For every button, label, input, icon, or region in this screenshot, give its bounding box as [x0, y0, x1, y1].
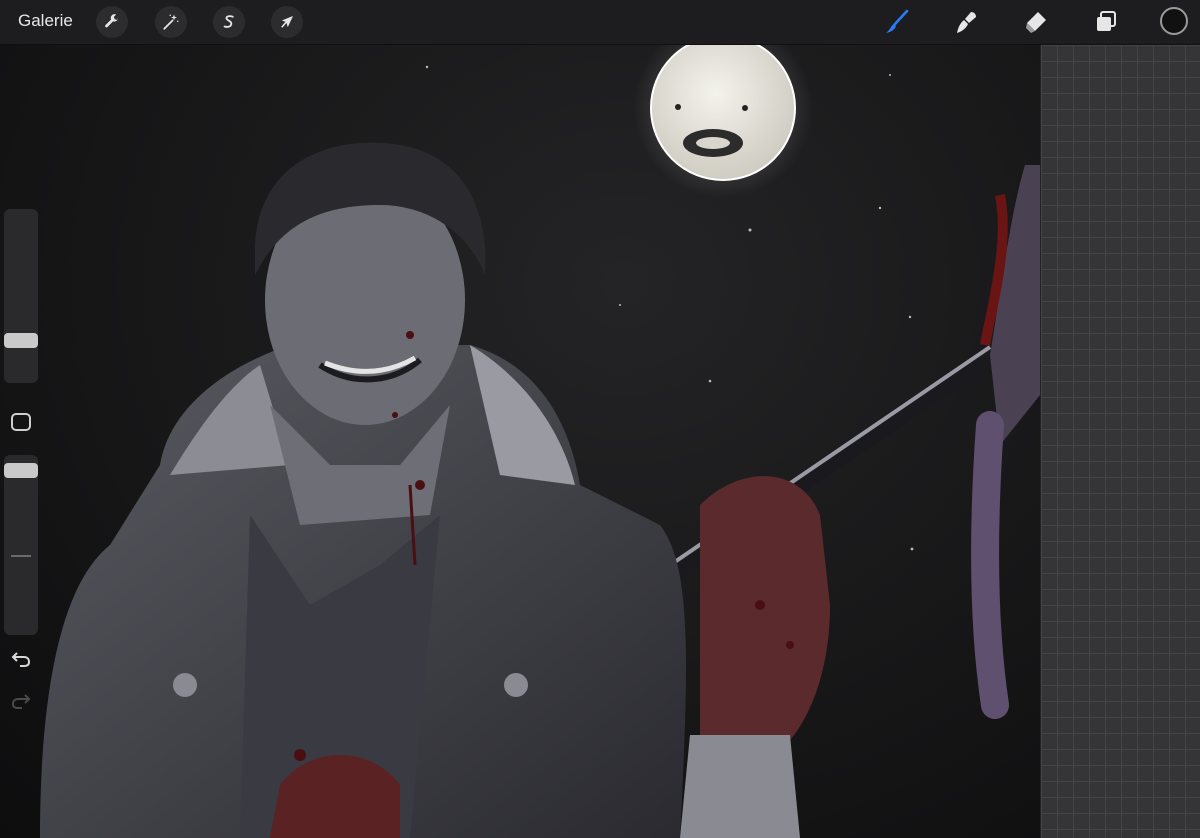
- undo-button[interactable]: [8, 647, 34, 671]
- redo-icon: [11, 694, 31, 709]
- opacity-slider[interactable]: [4, 455, 38, 635]
- top-toolbar: Galerie: [0, 0, 1200, 45]
- figure-drawing: [40, 142, 830, 838]
- layers-icon: [1097, 11, 1116, 31]
- arrow-cursor-icon: [281, 16, 293, 28]
- selection-s-icon: [223, 15, 234, 28]
- selection-button[interactable]: [213, 6, 245, 38]
- magic-wand-icon: [163, 14, 179, 30]
- wrench-icon: [105, 14, 118, 28]
- opacity-thumb[interactable]: [4, 463, 38, 478]
- actions-button[interactable]: [96, 6, 128, 38]
- brush-size-slider[interactable]: [4, 209, 38, 383]
- artwork: [40, 45, 1040, 838]
- left-sidebar: [0, 205, 42, 725]
- reference-grid-panel: [1040, 45, 1200, 838]
- slider-midpoint-mark: [11, 555, 31, 557]
- redo-button[interactable]: [8, 689, 34, 713]
- modify-button[interactable]: [11, 413, 31, 431]
- color-picker-button[interactable]: [1160, 7, 1188, 35]
- moon-drawing: [633, 45, 813, 198]
- smudge-button[interactable]: [950, 6, 982, 38]
- eraser-icon: [1026, 12, 1046, 33]
- undo-icon: [11, 652, 31, 667]
- brush-icon: [886, 9, 909, 33]
- brush-size-thumb[interactable]: [4, 333, 38, 348]
- paint-button[interactable]: [880, 6, 912, 38]
- adjustments-button[interactable]: [155, 6, 187, 38]
- transform-button[interactable]: [271, 6, 303, 38]
- drawing-canvas[interactable]: [0, 45, 1040, 838]
- eraser-button[interactable]: [1020, 6, 1052, 38]
- gallery-button[interactable]: Galerie: [18, 11, 73, 31]
- layers-button[interactable]: [1090, 6, 1122, 38]
- smudge-icon: [957, 12, 976, 33]
